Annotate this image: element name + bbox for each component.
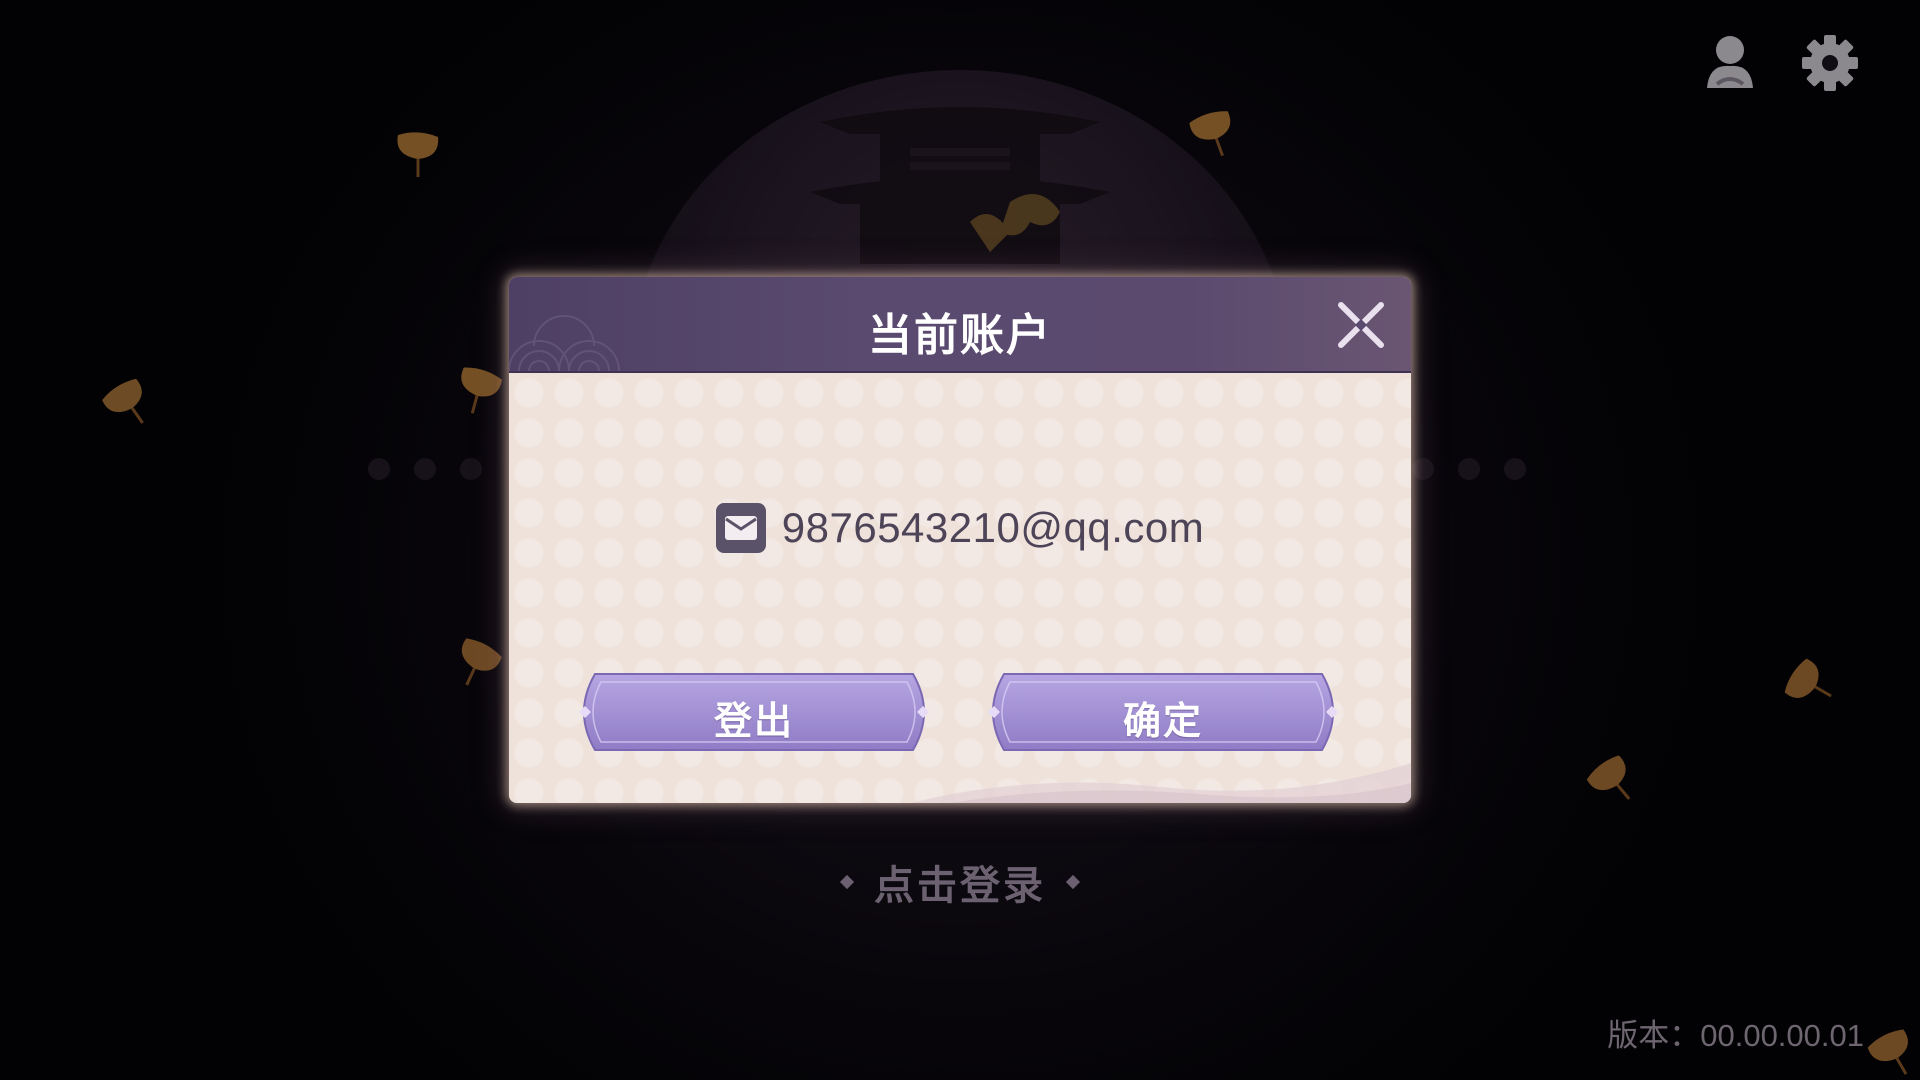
confirm-button[interactable]: 确定 — [980, 672, 1346, 752]
close-button[interactable] — [1335, 299, 1387, 351]
account-dialog: 当前账户 9876543210@qq.com 登出 确定 — [509, 277, 1411, 803]
login-screen: 当前账户 9876543210@qq.com 登出 确定 点击登录 版本：00.… — [0, 0, 1920, 1080]
logout-label: 登出 — [713, 699, 794, 743]
cloud-decoration — [911, 763, 1411, 803]
diamond-icon — [1065, 874, 1081, 890]
diamond-icon — [839, 874, 855, 890]
dialog-body: 9876543210@qq.com 登出 确定 — [509, 373, 1411, 803]
account-email: 9876543210@qq.com — [781, 504, 1205, 551]
confirm-label: 确定 — [1122, 699, 1203, 743]
dialog-header: 当前账户 — [509, 277, 1411, 373]
version-label: 版本：00.00.00.01 — [1607, 1018, 1864, 1053]
dialog-title: 当前账户 — [868, 310, 1052, 361]
mail-icon — [715, 503, 766, 553]
account-info: 9876543210@qq.com — [509, 503, 1411, 553]
login-hint-text: 点击登录 — [874, 863, 1046, 909]
tap-to-login[interactable]: 点击登录 — [0, 853, 1920, 911]
close-icon — [1338, 302, 1384, 348]
logout-button[interactable]: 登出 — [571, 672, 937, 752]
